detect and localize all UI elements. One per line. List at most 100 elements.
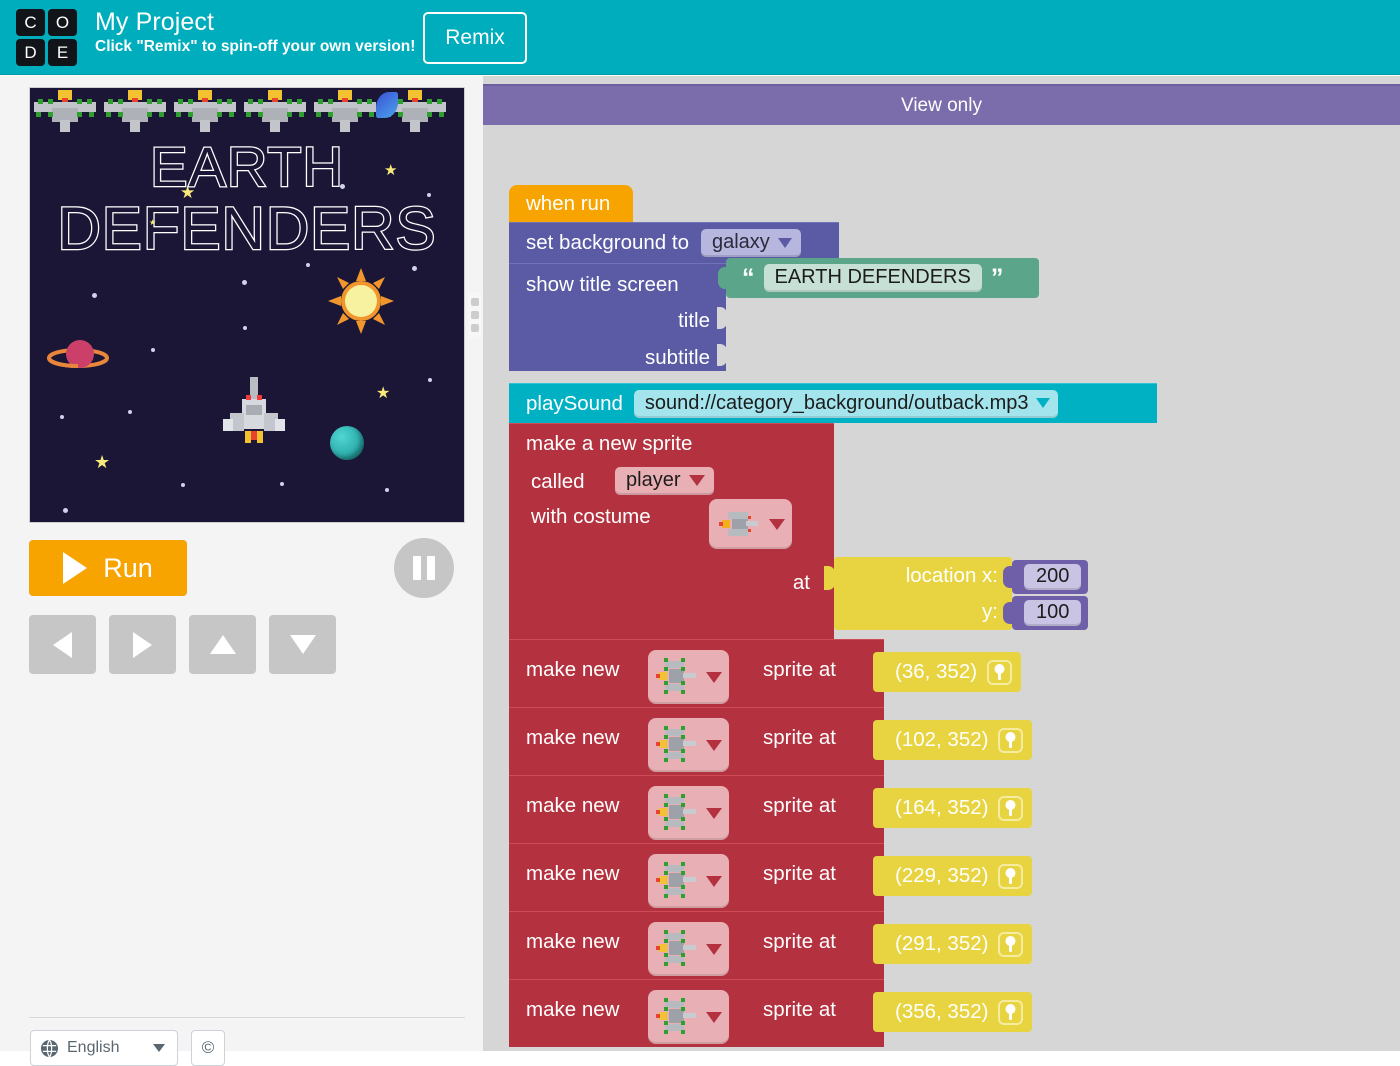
coord-value: (229, 352) xyxy=(895,864,989,887)
location-x-value-block[interactable]: 200 xyxy=(1002,560,1089,594)
make-new-label: make new xyxy=(526,658,620,681)
location-x-value[interactable]: 200 xyxy=(1024,564,1082,590)
arrow-right-button[interactable] xyxy=(109,615,176,674)
fleet-ship xyxy=(244,90,306,134)
block-play-sound-label: playSound xyxy=(526,391,623,415)
block-set-background-label: set background to xyxy=(526,231,689,254)
star-decoration: ★ xyxy=(149,218,157,227)
enemy-ship-costume-icon xyxy=(656,998,696,1034)
globe-icon xyxy=(40,1039,59,1057)
sprite-at-label: sprite at xyxy=(763,998,836,1021)
view-only-bar: View only xyxy=(483,84,1400,125)
chevron-down-icon xyxy=(769,518,785,530)
location-pin-icon[interactable] xyxy=(998,863,1024,889)
blocks-canvas[interactable]: when run set background to galaxy show t… xyxy=(483,125,1400,1051)
enemy-costume-dropdown[interactable] xyxy=(648,854,729,908)
copyright-button[interactable]: © xyxy=(191,1030,225,1066)
arrow-down-button[interactable] xyxy=(269,615,336,674)
planet-sprite xyxy=(47,340,109,368)
location-pin-icon[interactable] xyxy=(998,931,1024,957)
enemy-ship-costume-icon xyxy=(656,862,696,898)
enemy-costume-dropdown[interactable] xyxy=(648,922,729,976)
code-logo: C O D E xyxy=(16,9,78,66)
language-select[interactable]: English xyxy=(30,1030,178,1066)
run-button[interactable]: Run xyxy=(29,540,187,596)
project-subtitle: Click "Remix" to spin-off your own versi… xyxy=(95,38,416,55)
logo-letter-d: D xyxy=(16,39,45,66)
chevron-down-icon xyxy=(706,739,722,751)
remix-button[interactable]: Remix xyxy=(423,12,527,64)
background-dropdown-value: galaxy xyxy=(711,231,770,253)
chevron-down-icon xyxy=(706,807,722,819)
coord-block[interactable]: (164, 352) xyxy=(873,788,1033,828)
block-when-run[interactable]: when run xyxy=(509,185,633,229)
fleet-ship xyxy=(314,90,376,134)
star-dot xyxy=(63,508,68,513)
sound-dropdown[interactable]: sound://category_background/outback.mp3 xyxy=(633,389,1059,418)
block-make-new-sprite[interactable]: make new sprite at xyxy=(509,843,885,911)
block-make-new-sprite[interactable]: make new sprite at xyxy=(509,979,885,1047)
block-show-title-screen[interactable]: show title screen title subtitle xyxy=(509,263,727,371)
block-make-new-sprite[interactable]: make new sprite at xyxy=(509,911,885,979)
subtitle-socket[interactable] xyxy=(717,344,727,366)
star-decoration: ★ xyxy=(376,385,391,402)
language-label: English xyxy=(67,1039,120,1056)
arrow-left-button[interactable] xyxy=(29,615,96,674)
block-set-background[interactable]: set background to galaxy xyxy=(509,222,839,263)
block-make-new-sprite[interactable]: make new sprite at xyxy=(509,707,885,775)
coord-block[interactable]: (356, 352) xyxy=(873,992,1033,1032)
with-costume-label: with costume xyxy=(531,505,651,528)
player-costume-dropdown[interactable] xyxy=(709,499,792,549)
game-stage[interactable]: EARTH DEFENDERS ★ ★ ★ ★ ★ xyxy=(29,87,465,523)
coord-block[interactable]: (102, 352) xyxy=(873,720,1033,760)
arrow-up-button[interactable] xyxy=(189,615,256,674)
player-ship-sprite xyxy=(223,377,285,443)
pane-resize-handle[interactable] xyxy=(468,292,481,338)
location-pin-icon[interactable] xyxy=(987,659,1013,685)
block-make-a-new-sprite[interactable]: make a new sprite called player with cos… xyxy=(509,423,835,639)
subtitle-param-label: subtitle xyxy=(645,346,710,369)
enemy-ship-costume-icon xyxy=(656,658,696,694)
coord-value: (356, 352) xyxy=(895,1000,989,1023)
sound-dropdown-value: sound://category_background/outback.mp3 xyxy=(644,391,1029,414)
enemy-costume-dropdown[interactable] xyxy=(648,786,729,840)
at-label: at xyxy=(792,571,810,594)
called-label: called xyxy=(531,470,585,493)
location-pin-icon[interactable] xyxy=(998,795,1024,821)
block-play-sound[interactable]: playSound sound://category_background/ou… xyxy=(509,383,1157,423)
background-dropdown[interactable]: galaxy xyxy=(700,229,801,257)
location-y-value[interactable]: 100 xyxy=(1024,600,1082,626)
fleet-ship xyxy=(174,90,236,134)
coord-block[interactable]: (291, 352) xyxy=(873,924,1033,964)
location-pin-icon[interactable] xyxy=(998,999,1024,1025)
arrow-up-icon xyxy=(209,635,236,654)
location-y-value-block[interactable]: 100 xyxy=(1002,596,1089,630)
handle-dot xyxy=(470,324,479,332)
arrow-right-icon xyxy=(133,631,152,658)
star-dot xyxy=(151,348,155,352)
coord-block[interactable]: (229, 352) xyxy=(873,856,1033,896)
coord-block[interactable]: (36, 352) xyxy=(873,652,1022,692)
block-string-earth-defenders[interactable]: “ EARTH DEFENDERS ” xyxy=(718,258,1039,298)
block-make-new-sprite[interactable]: make new sprite at xyxy=(509,775,885,843)
pause-button[interactable] xyxy=(394,538,454,598)
block-location-xy[interactable]: location x: y: 200 100 xyxy=(834,557,1089,630)
sprite-name-dropdown[interactable]: player xyxy=(615,467,715,495)
quote-open-icon: “ xyxy=(742,264,755,292)
block-make-new-sprite[interactable]: make new sprite at xyxy=(509,639,885,707)
make-sprite-label: make a new sprite xyxy=(526,432,693,455)
enemy-costume-dropdown[interactable] xyxy=(648,718,729,772)
enemy-costume-dropdown[interactable] xyxy=(648,650,729,704)
enemy-costume-dropdown[interactable] xyxy=(648,990,729,1044)
location-pin-icon[interactable] xyxy=(998,727,1024,753)
star-dot xyxy=(428,378,432,382)
star-decoration: ★ xyxy=(94,452,111,472)
logo-letter-c: C xyxy=(16,9,45,36)
title-socket[interactable] xyxy=(717,307,727,329)
earth-planet-sprite xyxy=(330,426,364,460)
coord-value: (36, 352) xyxy=(895,660,978,683)
pause-icon xyxy=(427,556,435,580)
player-ship-costume-icon xyxy=(719,512,758,536)
chevron-down-icon xyxy=(706,671,722,683)
title-text-field[interactable]: EARTH DEFENDERS xyxy=(763,264,982,292)
